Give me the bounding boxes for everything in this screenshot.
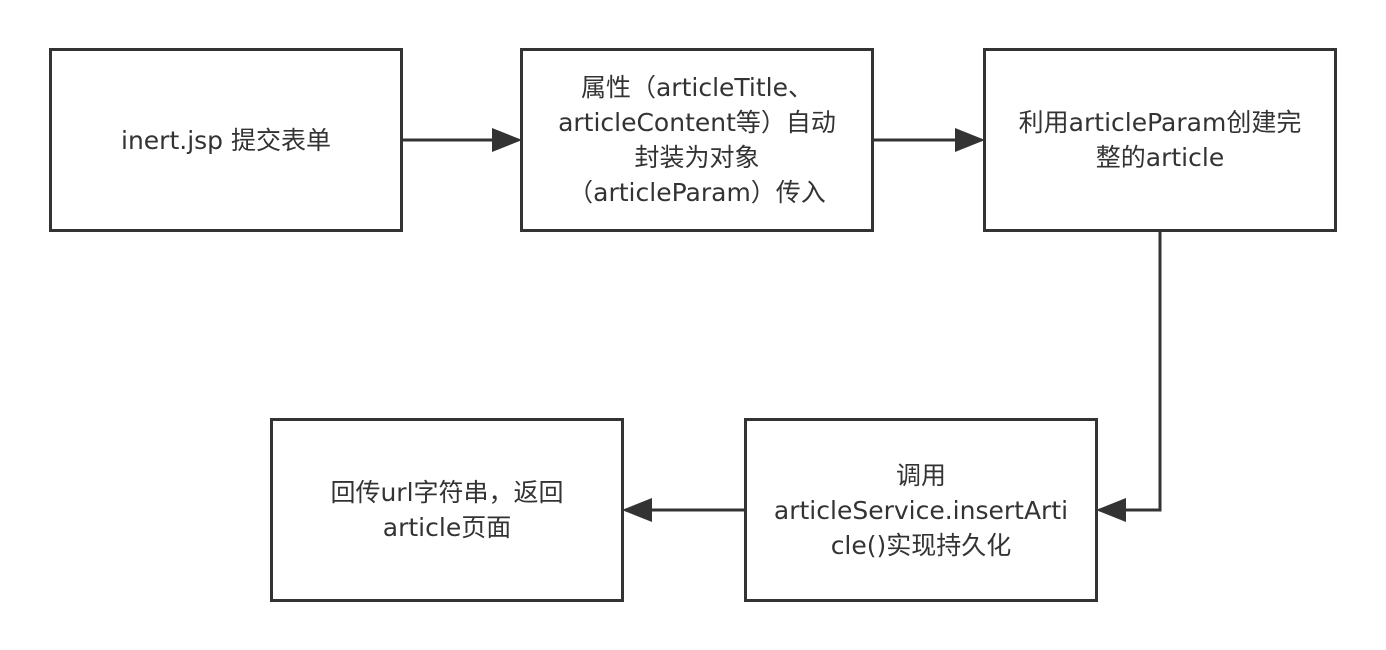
- node-label: cle()实现持久化: [830, 530, 1012, 560]
- node-wrap-object: 属性（articleTitle、 articleContent等）自动 封装为对…: [520, 48, 874, 232]
- node-label: inert.jsp 提交表单: [121, 125, 331, 155]
- node-label: 属性（articleTitle、: [580, 73, 813, 102]
- node-create-article: 利用articleParam创建完 整的article: [983, 48, 1337, 232]
- edge-create-to-persist: [1096, 232, 1162, 522]
- node-label: 回传url字符串，返回: [330, 478, 564, 507]
- node-label: articleContent等）自动: [558, 108, 836, 137]
- node-label: articleService.insertArti: [773, 495, 1069, 525]
- node-persist: 调用 articleService.insertArti cle()实现持久化: [744, 418, 1098, 602]
- node-return-url: 回传url字符串，返回 article页面: [270, 418, 624, 602]
- node-label: 封装为对象: [634, 143, 760, 172]
- node-label: 利用articleParam创建完: [1018, 108, 1302, 137]
- node-label: article页面: [382, 513, 512, 542]
- node-label: 整的article: [1095, 143, 1225, 172]
- node-submit-form: inert.jsp 提交表单: [49, 48, 403, 232]
- node-label: （articleParam）传入: [568, 178, 826, 207]
- node-label: 调用: [895, 460, 946, 490]
